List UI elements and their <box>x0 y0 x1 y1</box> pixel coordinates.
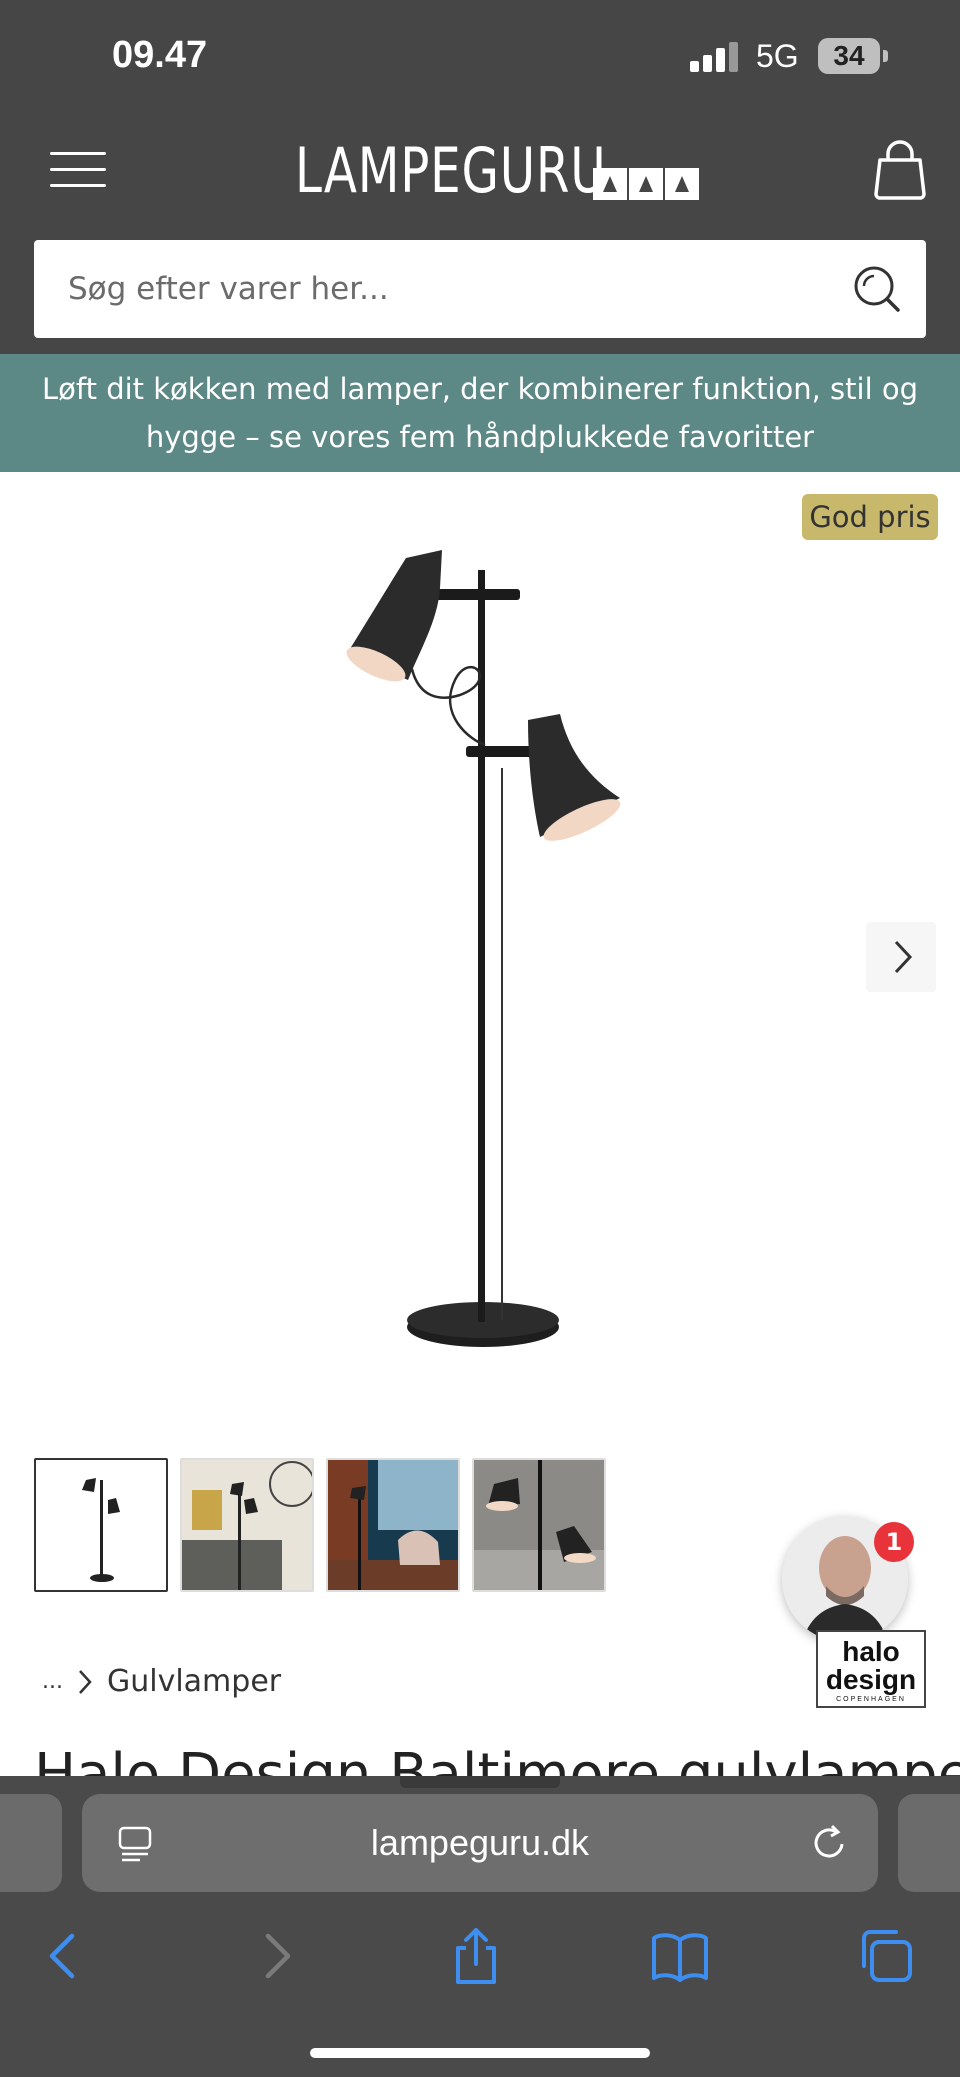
battery-tip <box>883 50 888 62</box>
logo-text: LAMPEGURU <box>295 133 607 207</box>
thumbnail-chair-image <box>328 1460 458 1590</box>
product-image-floor-lamp[interactable] <box>320 540 650 1360</box>
url-text: lampeguru.dk <box>370 1822 590 1863</box>
network-type: 5G <box>756 38 799 74</box>
browser-toolbar <box>0 1926 960 2006</box>
promo-banner[interactable]: Løft dit køkken med lamper, der kombiner… <box>0 354 960 472</box>
banner-line-1: Løft dit køkken med lamper, der kombiner… <box>42 372 918 406</box>
site-header: 09.47 5G 34 LAMPEGURU <box>0 0 960 354</box>
browser-chrome: lampeguru.dk <box>0 1776 960 2077</box>
search-input[interactable] <box>68 240 828 338</box>
home-indicator <box>310 2048 650 2058</box>
reload-icon[interactable] <box>810 1824 848 1862</box>
signal-icon <box>690 42 742 72</box>
breadcrumb: ... Gulvlamper <box>42 1664 281 1699</box>
previous-tab-preview[interactable] <box>0 1794 62 1892</box>
thumbnail-strip <box>34 1458 606 1592</box>
address-bar[interactable]: lampeguru.dk <box>82 1794 878 1892</box>
breadcrumb-ellipsis[interactable]: ... <box>42 1669 63 1694</box>
price-badge: God pris <box>802 494 938 540</box>
next-tab-preview[interactable] <box>898 1794 960 1892</box>
chevron-right-icon <box>894 940 913 974</box>
breadcrumb-current[interactable]: Gulvlamper <box>107 1664 281 1699</box>
brand-word-2: design <box>825 1664 917 1695</box>
thumbnail-3[interactable] <box>326 1458 460 1592</box>
thumbnail-livingroom-image <box>182 1460 312 1590</box>
thumbnail-4[interactable] <box>472 1458 606 1592</box>
brand-word-1: halo <box>842 1636 900 1667</box>
search-icon[interactable] <box>852 264 902 314</box>
battery-icon: 34 <box>818 38 880 74</box>
brand-word-3: COPENHAGEN <box>836 1696 906 1703</box>
back-icon[interactable] <box>36 1926 96 1986</box>
shopping-bag-icon[interactable] <box>872 138 928 200</box>
thumbnail-1[interactable] <box>34 1458 168 1592</box>
halo-design-logo: halo design COPENHAGEN <box>816 1630 926 1708</box>
share-icon[interactable] <box>446 1926 506 1986</box>
sheet-handle <box>400 1776 560 1788</box>
notification-badge: 1 <box>874 1522 914 1562</box>
bookmarks-icon[interactable] <box>650 1926 710 1986</box>
tabs-icon[interactable] <box>856 1926 916 1986</box>
forward-icon[interactable] <box>244 1926 304 1986</box>
thumbnail-lamp-image <box>36 1460 166 1590</box>
thumbnail-closeup-image <box>474 1460 604 1590</box>
status-time: 09.47 <box>112 34 208 76</box>
logo-lamp-icons <box>593 168 699 200</box>
search-bar <box>34 240 926 338</box>
thumbnail-2[interactable] <box>180 1458 314 1592</box>
chevron-right-icon <box>79 1669 92 1694</box>
next-image-button[interactable] <box>866 922 936 992</box>
hamburger-menu-icon[interactable] <box>50 152 106 188</box>
banner-line-2: hygge – se vores fem håndplukkede favori… <box>145 420 815 454</box>
site-logo[interactable]: LAMPEGURU <box>295 132 699 208</box>
